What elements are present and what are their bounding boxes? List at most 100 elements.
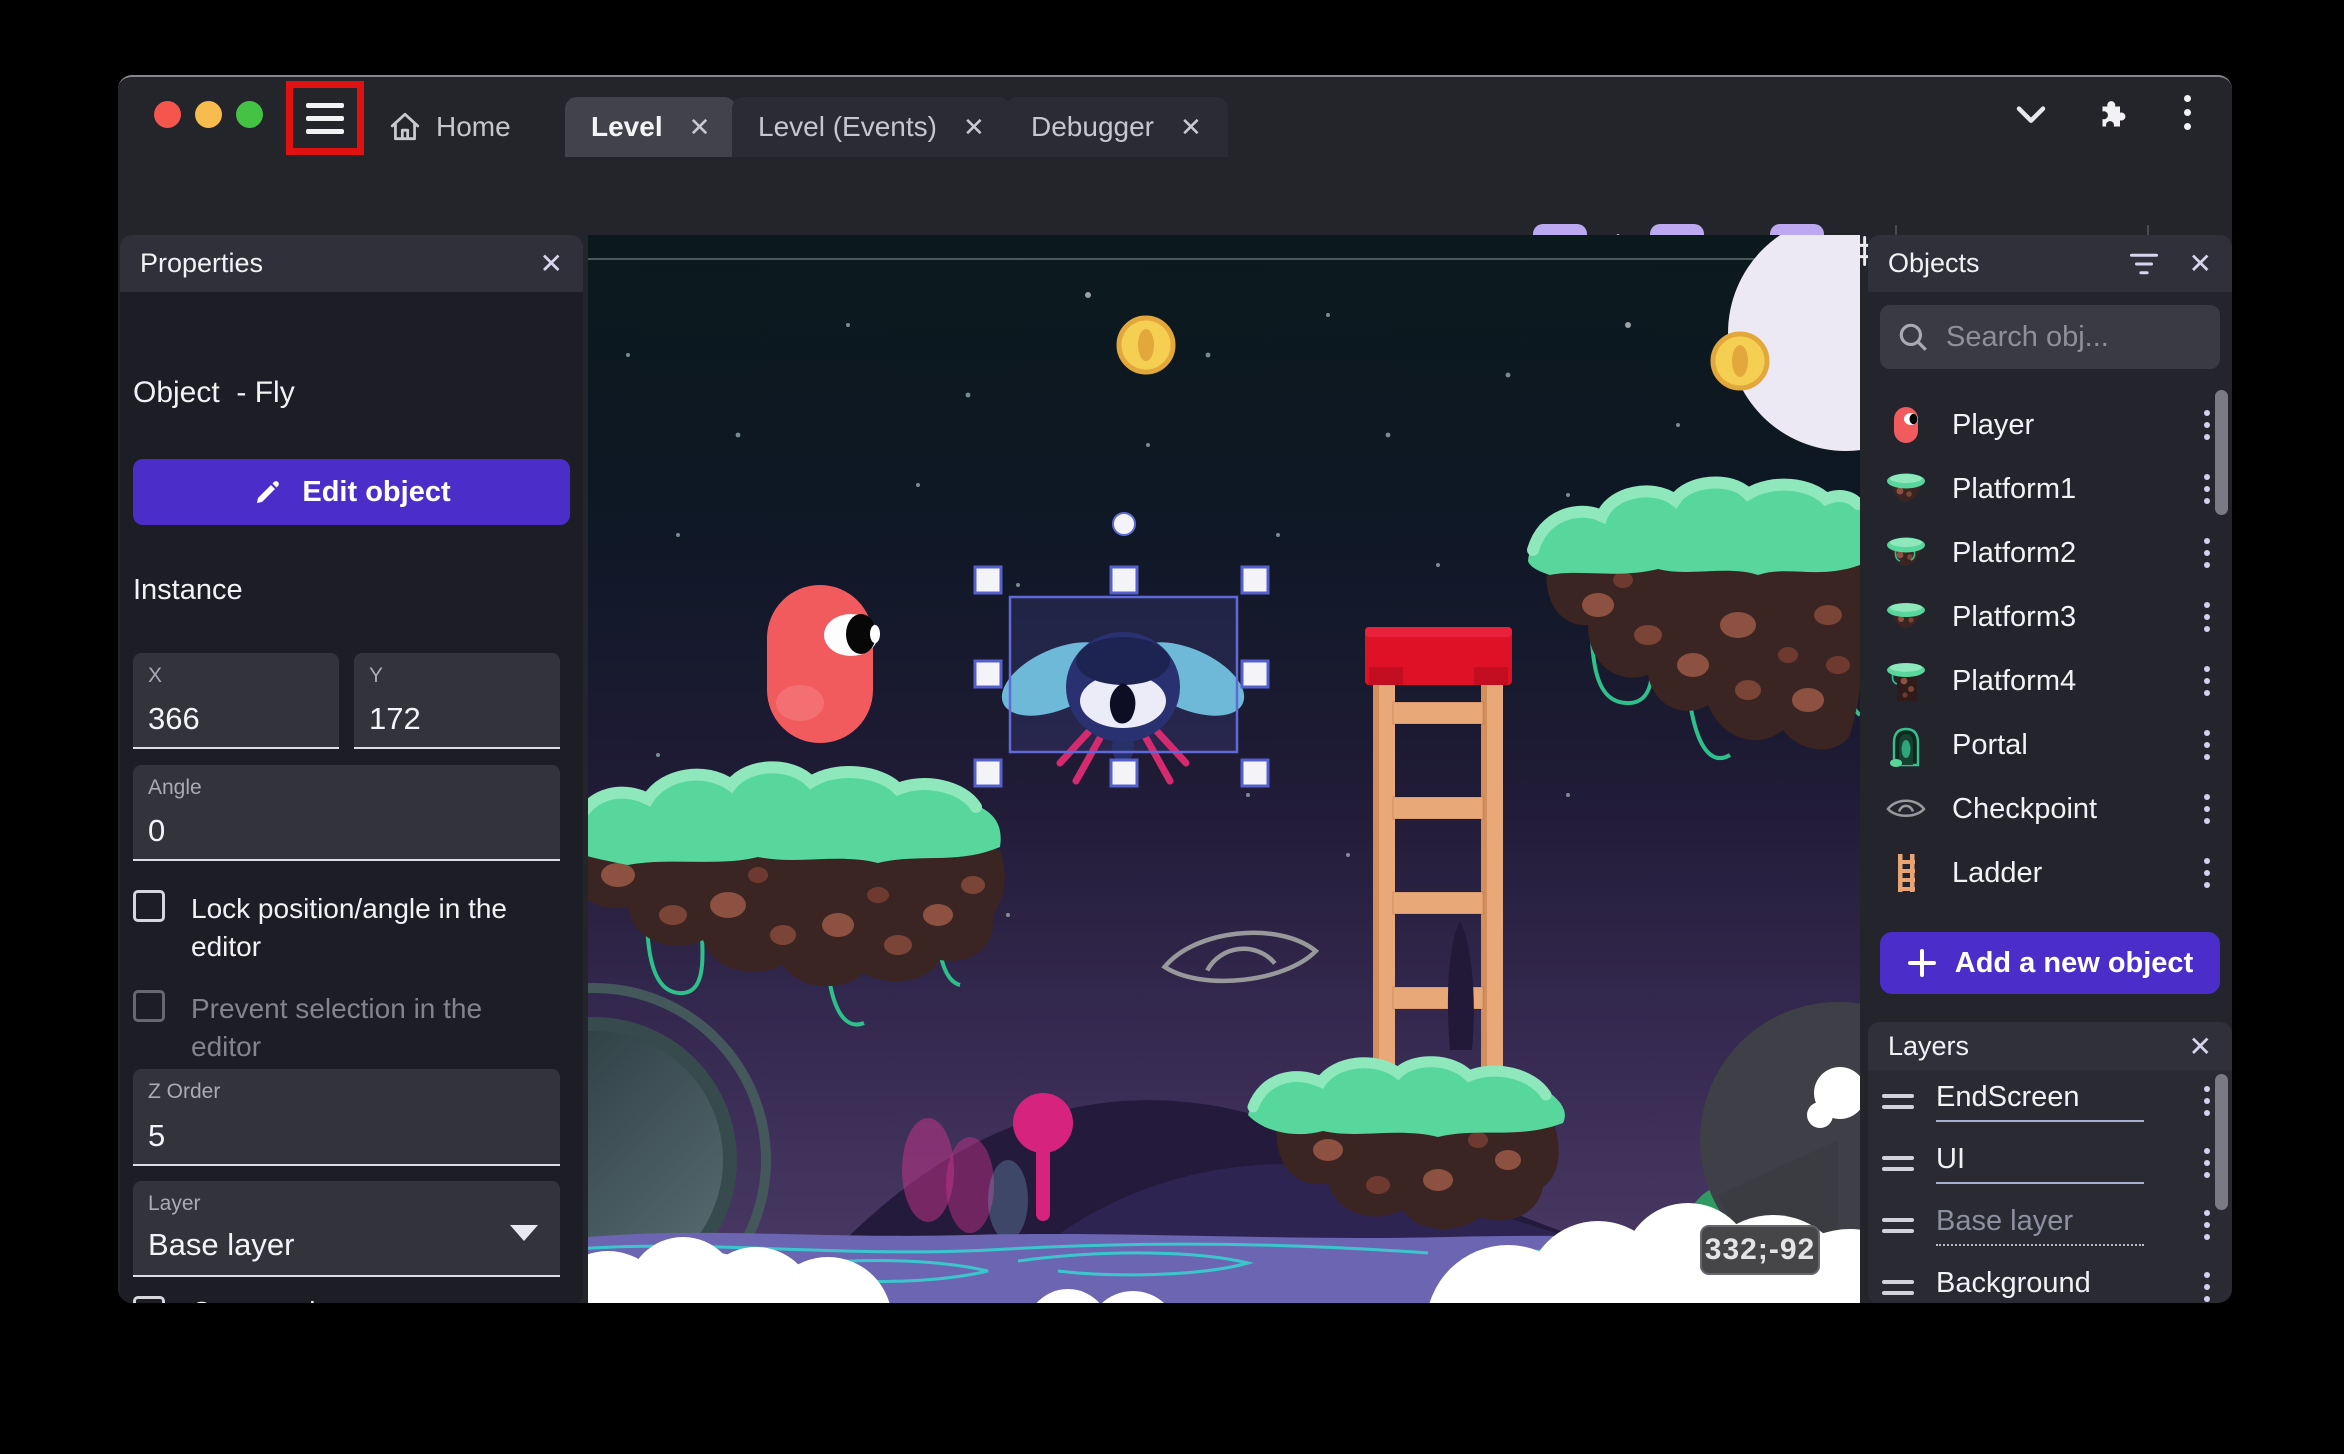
z-order-field-input[interactable]	[148, 1118, 511, 1154]
checkpoint-eye-icon	[1886, 799, 1926, 817]
object-item-platform4[interactable]: Platform4	[1868, 649, 2232, 713]
tab-close-icon[interactable]: ✕	[963, 112, 985, 143]
drag-handle-icon[interactable]	[1882, 1279, 1914, 1295]
object-item-platform1[interactable]: Platform1	[1868, 457, 2232, 521]
tab-close-icon[interactable]: ✕	[689, 112, 711, 143]
coin[interactable]	[1116, 315, 1176, 375]
lock-position-checkbox-row: Lock position/angle in the editor	[133, 890, 570, 966]
angle-field[interactable]: Angle	[133, 765, 560, 861]
object-item-checkpoint[interactable]: Checkpoint	[1868, 777, 2232, 841]
object-name: Platform1	[1952, 472, 2077, 505]
window-chevron-down[interactable]	[2011, 91, 2051, 137]
close-icon[interactable]: ✕	[540, 247, 563, 280]
extensions-button[interactable]	[2090, 91, 2130, 137]
add-new-object-button[interactable]: Add a new object	[1880, 932, 2220, 994]
drag-handle-icon[interactable]	[1882, 1155, 1914, 1171]
object-item-portal[interactable]: Portal	[1868, 713, 2232, 777]
scene-editor-canvas[interactable]: 332;-92	[588, 235, 1860, 1303]
traffic-close-button[interactable]	[154, 101, 181, 128]
traffic-minimize-button[interactable]	[195, 101, 222, 128]
instance-heading: Instance	[133, 574, 243, 606]
custom-size-checkbox[interactable]	[133, 1296, 165, 1303]
extensions-puzzle-icon	[2102, 101, 2126, 127]
drag-handle-icon[interactable]	[1882, 1093, 1914, 1109]
kebab-menu-icon[interactable]	[2200, 1206, 2214, 1244]
prevent-selection-checkbox[interactable]	[133, 990, 165, 1022]
scene-canvas[interactable]	[588, 235, 1860, 1303]
kebab-menu-icon[interactable]	[2200, 662, 2214, 700]
layer-row-base-layer[interactable]: Base layer	[1868, 1194, 2232, 1256]
x-field[interactable]: X	[133, 653, 339, 749]
lock-position-label: Lock position/angle in the editor	[191, 893, 507, 962]
edit-object-button[interactable]: Edit object	[133, 459, 570, 525]
window-kebab-menu[interactable]	[2180, 91, 2195, 137]
player-icon	[1894, 407, 1918, 443]
ladder-icon	[1898, 854, 1915, 892]
tab-home-label: Home	[436, 111, 511, 142]
object-name: Ladder	[1952, 856, 2043, 889]
tab-debugger[interactable]: Debugger ✕	[1005, 97, 1228, 157]
layers-panel: Layers ✕ EndScreen UI Base layer Backgro…	[1868, 1022, 2232, 1303]
search-icon	[1899, 323, 1927, 351]
tab-level[interactable]: Level ✕	[565, 97, 737, 157]
prevent-selection-checkbox-row: Prevent selection in the editor	[133, 990, 570, 1066]
tab-home[interactable]: Home	[370, 97, 529, 157]
angle-field-label: Angle	[148, 776, 202, 799]
object-item-platform2[interactable]: Platform2	[1868, 521, 2232, 585]
object-name: Player	[1952, 408, 2035, 441]
layer-name[interactable]: UI	[1936, 1143, 2144, 1184]
layer-name[interactable]: EndScreen	[1936, 1081, 2144, 1122]
layer-row-endscreen[interactable]: EndScreen	[1868, 1070, 2232, 1132]
drag-handle-icon[interactable]	[1882, 1217, 1914, 1233]
properties-title: Properties	[140, 248, 264, 278]
kebab-menu-icon[interactable]	[2200, 1144, 2214, 1182]
kebab-menu-icon[interactable]	[2200, 1082, 2214, 1120]
kebab-menu-icon[interactable]	[2200, 790, 2214, 828]
lock-position-checkbox[interactable]	[133, 890, 165, 922]
angle-field-input[interactable]	[148, 813, 511, 849]
object-item-player[interactable]: Player	[1868, 393, 2232, 457]
layer-row-ui[interactable]: UI	[1868, 1132, 2232, 1194]
objects-panel: Objects ✕ Player Platform1 Platfo	[1868, 235, 2232, 1009]
search-input[interactable]	[1946, 320, 2176, 354]
kebab-menu-icon[interactable]	[2200, 598, 2214, 636]
kebab-menu-icon[interactable]	[2200, 534, 2214, 572]
hamburger-icon[interactable]	[306, 102, 344, 134]
custom-size-label: Custom size	[191, 1293, 345, 1303]
layer-select[interactable]: Layer Base layer	[133, 1181, 560, 1277]
object-item-platform3[interactable]: Platform3	[1868, 585, 2232, 649]
y-field-input[interactable]	[369, 701, 545, 737]
close-icon[interactable]: ✕	[2189, 1030, 2212, 1063]
x-field-input[interactable]	[148, 701, 324, 737]
y-field[interactable]: Y	[354, 653, 560, 749]
objects-scrollbar[interactable]	[2215, 390, 2228, 515]
object-name: Platform4	[1952, 664, 2077, 697]
menu-highlight-box	[286, 81, 364, 155]
kebab-menu-icon[interactable]	[2200, 854, 2214, 892]
layer-row-background[interactable]: Background	[1868, 1256, 2232, 1303]
player-sprite[interactable]	[767, 585, 880, 743]
layer-select-label: Layer	[148, 1192, 201, 1215]
layers-scrollbar[interactable]	[2215, 1074, 2228, 1210]
coin[interactable]	[1710, 331, 1770, 391]
z-order-field-label: Z Order	[148, 1080, 221, 1103]
properties-panel: Properties ✕ Object - Fly Edit object In…	[120, 235, 583, 1303]
filter-icon[interactable]	[2129, 252, 2159, 276]
prevent-selection-label: Prevent selection in the editor	[191, 993, 483, 1062]
layer-name[interactable]: Background	[1936, 1267, 2144, 1304]
kebab-menu-icon[interactable]	[2200, 1268, 2214, 1303]
close-icon[interactable]: ✕	[2189, 247, 2212, 280]
plus-icon	[1907, 949, 1936, 977]
tab-close-icon[interactable]: ✕	[1180, 112, 1202, 143]
z-order-field[interactable]: Z Order	[133, 1069, 560, 1166]
kebab-menu-icon[interactable]	[2200, 470, 2214, 508]
tab-level-events[interactable]: Level (Events) ✕	[732, 97, 1011, 157]
kebab-menu-icon[interactable]	[2200, 406, 2214, 444]
traffic-zoom-button[interactable]	[236, 101, 263, 128]
chevron-down-icon	[2016, 106, 2046, 123]
layer-name[interactable]: Base layer	[1936, 1205, 2144, 1246]
object-item-ladder[interactable]: Ladder	[1868, 841, 2232, 905]
objects-search[interactable]	[1880, 305, 2220, 369]
platform-icon	[1887, 473, 1925, 502]
kebab-menu-icon[interactable]	[2200, 726, 2214, 764]
